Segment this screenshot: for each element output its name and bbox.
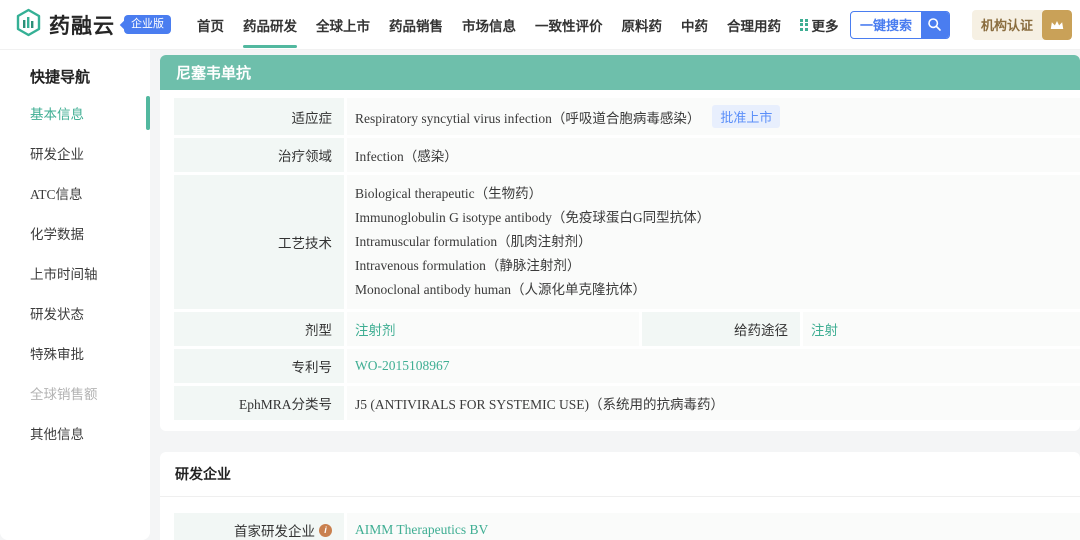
row-technology: 工艺技术 Biological therapeutic（生物药） Immunog… — [174, 175, 1080, 309]
nav-item-consistency[interactable]: 一致性评价 — [535, 9, 603, 41]
sidebar-item-basic-info[interactable]: 基本信息 — [0, 93, 150, 133]
ephmra-label: EphMRA分类号 — [174, 386, 344, 420]
first-developer-link[interactable]: AIMM Therapeutics BV — [355, 522, 488, 538]
nav-item-more[interactable]: 更多 — [800, 9, 839, 41]
row-ephmra: EphMRA分类号 J5 (ANTIVIRALS FOR SYSTEMIC US… — [174, 386, 1080, 420]
technology-value: Biological therapeutic（生物药） — [355, 182, 1072, 206]
first-developer-label: 首家研发企业 — [234, 520, 315, 540]
rnd-section-title: 研发企业 — [160, 464, 1080, 497]
sidebar-item-rnd-status[interactable]: 研发状态 — [0, 293, 150, 333]
technology-value: Intravenous formulation（静脉注射剂） — [355, 254, 1072, 278]
crown-icon — [1042, 10, 1072, 40]
quick-nav-sidebar: 快捷导航 基本信息 研发企业 ATC信息 化学数据 上市时间轴 研发状态 特殊审… — [0, 50, 150, 540]
brand-logo[interactable]: 药融云 企业版 — [15, 8, 171, 42]
technology-value: Immunoglobulin G isotype antibody（免疫球蛋白G… — [355, 206, 1072, 230]
row-first-developer: 首家研发企业 i AIMM Therapeutics BV — [174, 513, 1080, 540]
nav-item-home[interactable]: 首页 — [197, 9, 224, 41]
technology-value: Monoclonal antibody human（人源化单克隆抗体） — [355, 278, 1072, 302]
technology-label: 工艺技术 — [174, 175, 344, 309]
quick-search-label: 一键搜索 — [851, 12, 921, 38]
sidebar-item-rnd-companies[interactable]: 研发企业 — [0, 133, 150, 173]
ephmra-value: J5 (ANTIVIRALS FOR SYSTEMIC USE)（系统用的抗病毒… — [347, 386, 1080, 420]
sidebar-item-launch-timeline[interactable]: 上市时间轴 — [0, 253, 150, 293]
nav-item-drug-rnd[interactable]: 药品研发 — [243, 9, 297, 41]
magnifier-icon — [921, 12, 949, 38]
top-header: 药融云 企业版 首页 药品研发 全球上市 药品销售 市场信息 一致性评价 原料药… — [0, 0, 1080, 50]
route-link[interactable]: 注射 — [811, 319, 838, 339]
row-dosage-route: 剂型 注射剂 给药途径 注射 — [174, 312, 1080, 346]
nav-item-global-launch[interactable]: 全球上市 — [316, 9, 370, 41]
org-certification-badge[interactable]: 机构认证 — [972, 10, 1072, 40]
route-label: 给药途径 — [642, 312, 800, 346]
sidebar-item-special-approval[interactable]: 特殊审批 — [0, 333, 150, 373]
nav-item-market-info[interactable]: 市场信息 — [462, 9, 516, 41]
therapeutic-area-value: Infection（感染） — [347, 138, 1080, 172]
row-indication: 适应症 Respiratory syncytial virus infectio… — [174, 98, 1080, 135]
dosage-form-link[interactable]: 注射剂 — [355, 319, 396, 339]
main-content: 尼塞韦单抗 适应症 Respiratory syncytial virus in… — [160, 55, 1080, 540]
nav-item-drug-sales[interactable]: 药品销售 — [389, 9, 443, 41]
quick-search-button[interactable]: 一键搜索 — [850, 11, 950, 39]
sidebar-item-atc-info[interactable]: ATC信息 — [0, 173, 150, 213]
nav-item-rational-use[interactable]: 合理用药 — [727, 9, 781, 41]
therapeutic-area-label: 治疗领域 — [174, 138, 344, 172]
sidebar-item-other-info[interactable]: 其他信息 — [0, 413, 150, 453]
sidebar-item-chemical-data[interactable]: 化学数据 — [0, 213, 150, 253]
indication-value: Respiratory syncytial virus infection（呼吸… — [355, 107, 700, 127]
main-nav: 首页 药品研发 全球上市 药品销售 市场信息 一致性评价 原料药 中药 合理用药… — [197, 9, 839, 41]
info-icon[interactable]: i — [319, 524, 332, 537]
indication-label: 适应症 — [174, 98, 344, 135]
sidebar-title: 快捷导航 — [0, 66, 150, 93]
nav-item-api[interactable]: 原料药 — [622, 9, 663, 41]
sidebar-item-global-sales: 全球销售额 — [0, 373, 150, 413]
drug-title: 尼塞韦单抗 — [160, 55, 1080, 90]
approved-status-badge[interactable]: 批准上市 — [712, 105, 780, 128]
patent-label: 专利号 — [174, 349, 344, 383]
nav-more-label: 更多 — [812, 15, 839, 35]
row-therapeutic-area: 治疗领域 Infection（感染） — [174, 138, 1080, 172]
grid-icon — [800, 19, 808, 31]
technology-value: Intramuscular formulation（肌肉注射剂） — [355, 230, 1072, 254]
nav-item-tcm[interactable]: 中药 — [681, 9, 708, 41]
dosage-form-label: 剂型 — [174, 312, 344, 346]
hexagon-chart-icon — [15, 8, 42, 42]
row-patent: 专利号 WO-2015108967 — [174, 349, 1080, 383]
rnd-companies-card: 研发企业 首家研发企业 i AIMM Therapeutics BV 研发企业 … — [160, 452, 1080, 540]
edition-badge: 企业版 — [124, 15, 171, 34]
patent-number-link[interactable]: WO-2015108967 — [355, 358, 450, 374]
org-certification-label: 机构认证 — [972, 15, 1042, 34]
basic-info-card: 尼塞韦单抗 适应症 Respiratory syncytial virus in… — [160, 55, 1080, 431]
brand-name: 药融云 — [49, 10, 115, 40]
